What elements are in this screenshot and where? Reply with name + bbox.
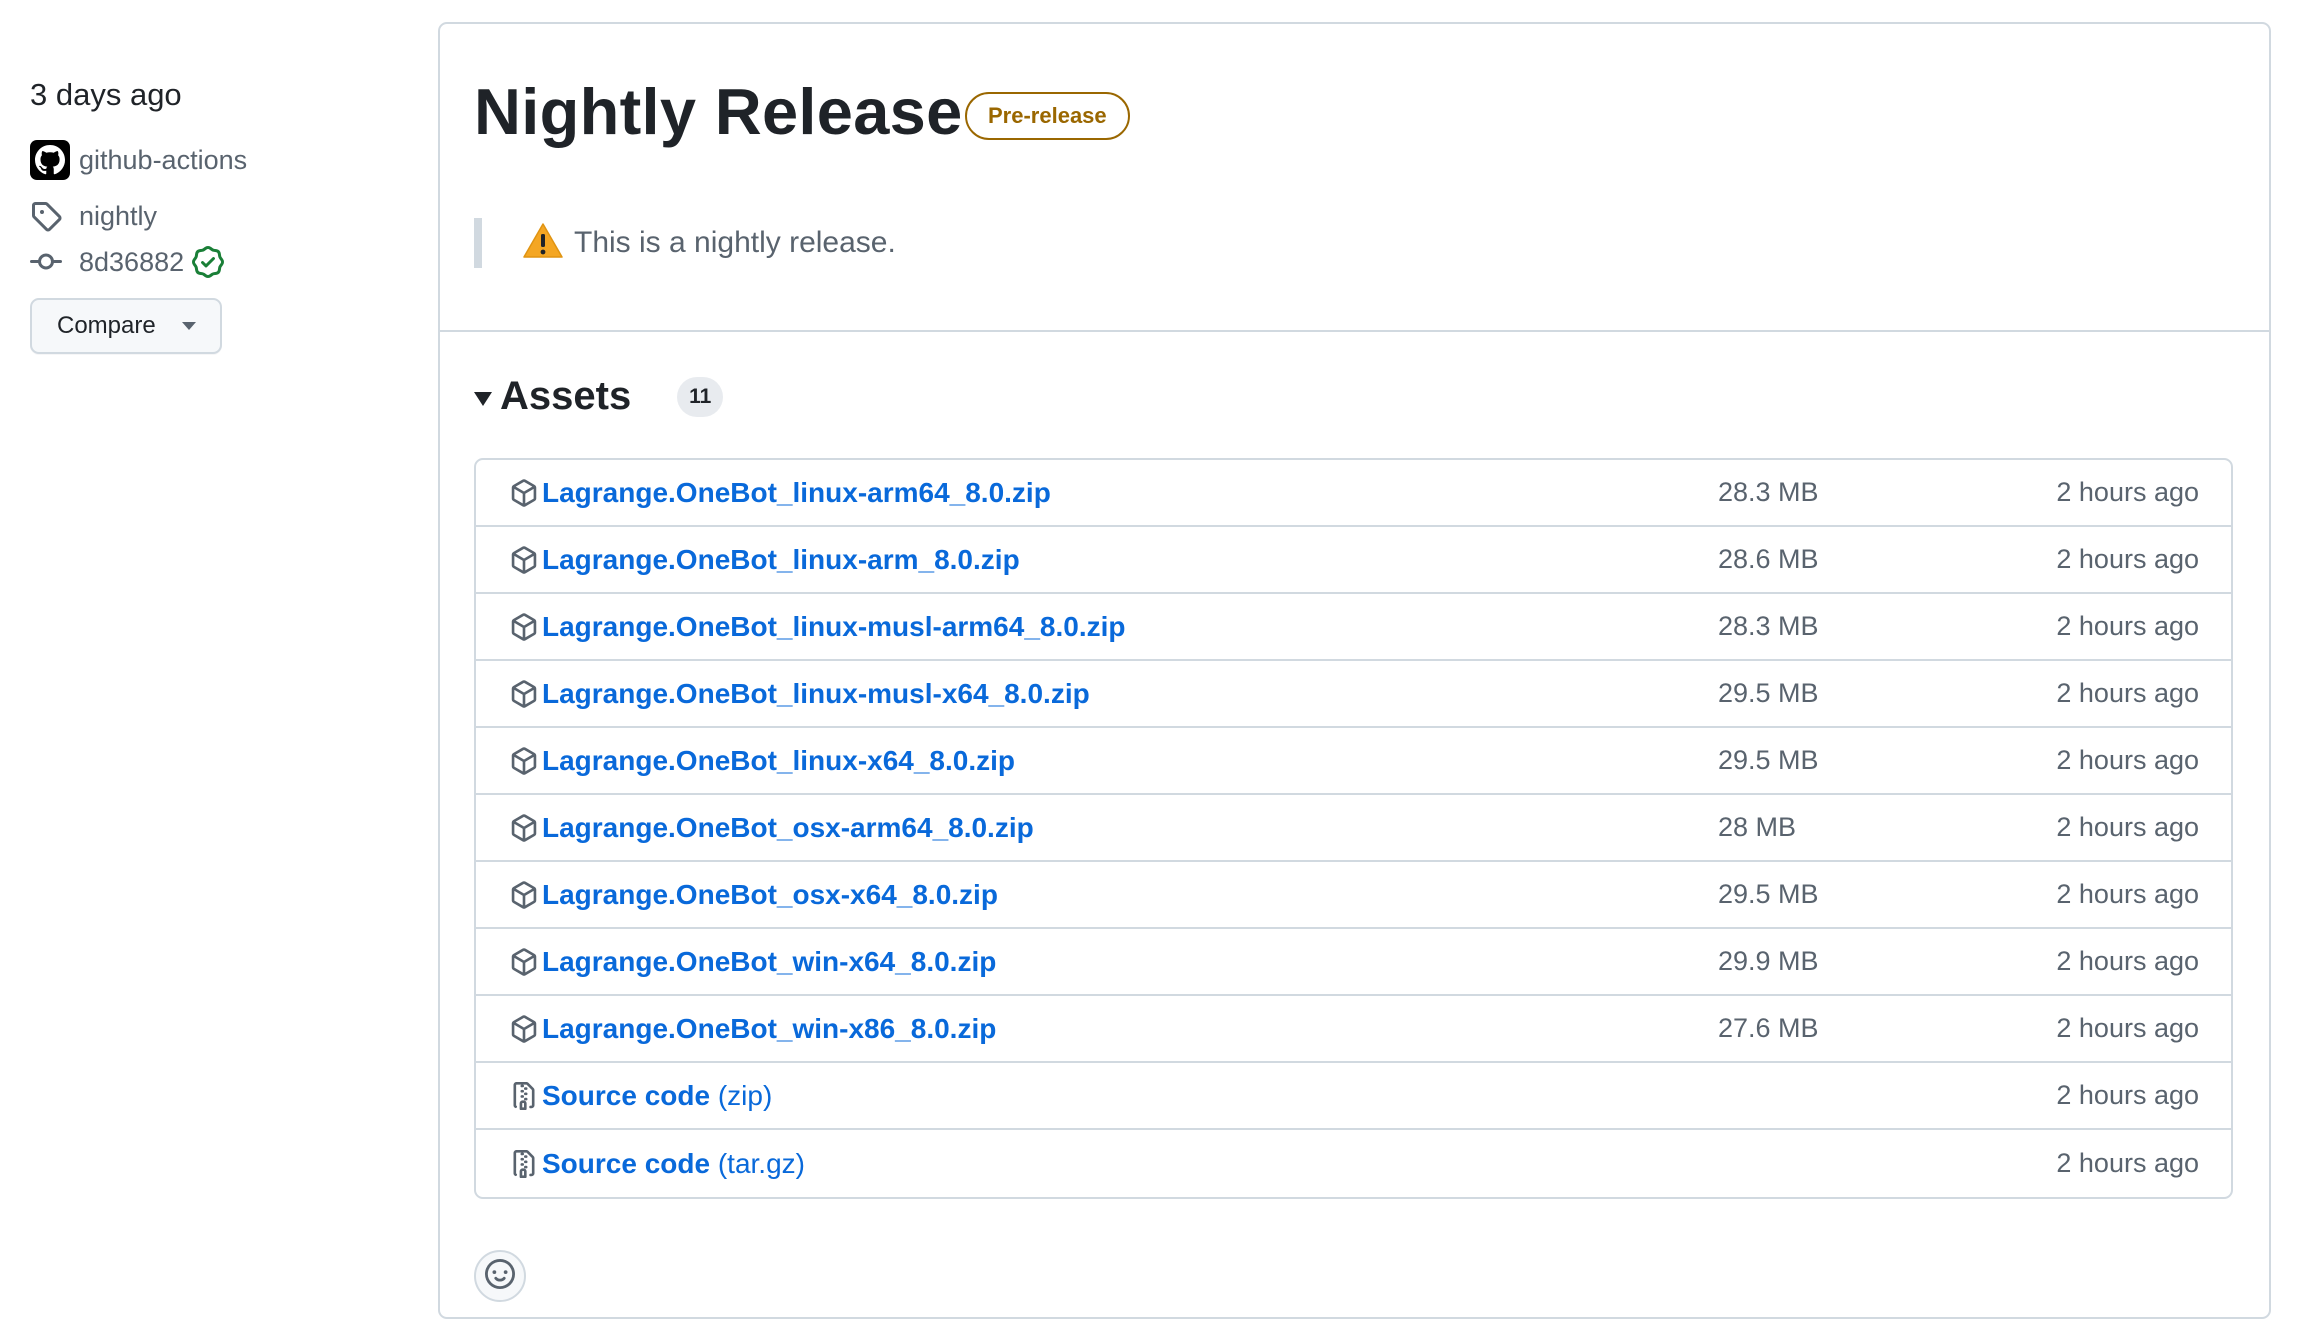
source-code-targz-link[interactable]: Source code (tar.gz) xyxy=(542,1148,805,1180)
triangle-down-icon xyxy=(474,391,492,406)
source-code-label: Source code xyxy=(542,1147,711,1179)
package-icon xyxy=(509,880,539,910)
package-icon xyxy=(509,947,539,977)
asset-row: Lagrange.OneBot_osx-arm64_8.0.zip 28 MB … xyxy=(476,795,2231,862)
release-title[interactable]: Nightly Release xyxy=(474,74,963,149)
asset-download-link[interactable]: Lagrange.OneBot_osx-x64_8.0.zip xyxy=(542,879,998,911)
prerelease-badge: Pre-release xyxy=(965,92,1130,140)
github-mark-icon[interactable] xyxy=(30,140,70,180)
asset-download-link[interactable]: Lagrange.OneBot_osx-arm64_8.0.zip xyxy=(542,812,1034,844)
asset-size: 29.5 MB xyxy=(1718,745,1819,775)
asset-updated-time: 2 hours ago xyxy=(2056,1080,2199,1110)
package-icon xyxy=(509,679,539,709)
release-commit[interactable]: 8d36882 xyxy=(30,246,225,278)
asset-updated-time: 2 hours ago xyxy=(2056,544,2199,574)
compare-label: Compare xyxy=(57,312,156,339)
package-icon xyxy=(509,1014,539,1044)
source-code-label: Source code xyxy=(542,1079,711,1111)
asset-download-link[interactable]: Lagrange.OneBot_win-x86_8.0.zip xyxy=(542,1013,996,1045)
asset-row: Lagrange.OneBot_linux-x64_8.0.zip 29.5 M… xyxy=(476,728,2231,795)
asset-download-link[interactable]: Lagrange.OneBot_linux-x64_8.0.zip xyxy=(542,745,1015,777)
asset-updated-time: 2 hours ago xyxy=(2056,745,2199,775)
asset-size: 29.5 MB xyxy=(1718,879,1819,909)
author-name[interactable]: github-actions xyxy=(79,145,247,176)
asset-size: 28.6 MB xyxy=(1718,544,1819,574)
assets-toggle[interactable]: Assets 11 xyxy=(474,374,724,419)
release-author[interactable]: github-actions xyxy=(30,140,247,180)
asset-row: Lagrange.OneBot_win-x86_8.0.zip 27.6 MB … xyxy=(476,996,2231,1063)
compare-button[interactable]: Compare xyxy=(30,298,222,354)
asset-size: 28.3 MB xyxy=(1718,611,1819,641)
git-commit-icon xyxy=(30,246,70,278)
asset-updated-time: 2 hours ago xyxy=(2056,678,2199,708)
asset-size: 29.5 MB xyxy=(1718,678,1819,708)
package-icon xyxy=(509,746,539,776)
asset-row: Lagrange.OneBot_linux-arm64_8.0.zip 28.3… xyxy=(476,460,2231,527)
asset-download-link[interactable]: Lagrange.OneBot_linux-musl-arm64_8.0.zip xyxy=(542,611,1126,643)
asset-download-link[interactable]: Lagrange.OneBot_win-x64_8.0.zip xyxy=(542,946,996,978)
asset-updated-time: 2 hours ago xyxy=(2056,946,2199,976)
asset-size: 28.3 MB xyxy=(1718,477,1819,507)
package-icon xyxy=(509,612,539,642)
asset-row: Lagrange.OneBot_osx-x64_8.0.zip 29.5 MB … xyxy=(476,862,2231,929)
file-zip-icon xyxy=(509,1081,539,1111)
asset-updated-time: 2 hours ago xyxy=(2056,879,2199,909)
release-notes-text: This is a nightly release. xyxy=(574,226,896,259)
package-icon xyxy=(509,545,539,575)
verified-check-icon[interactable] xyxy=(192,246,225,278)
source-format: (zip) xyxy=(717,1079,773,1111)
asset-row: Lagrange.OneBot_linux-arm_8.0.zip 28.6 M… xyxy=(476,527,2231,594)
asset-row: Lagrange.OneBot_linux-musl-x64_8.0.zip 2… xyxy=(476,661,2231,728)
asset-size: 27.6 MB xyxy=(1718,1013,1819,1043)
asset-updated-time: 2 hours ago xyxy=(2056,477,2199,507)
source-code-zip-link[interactable]: Source code (zip) xyxy=(542,1080,772,1112)
release-tag[interactable]: nightly xyxy=(30,200,157,232)
asset-updated-time: 2 hours ago xyxy=(2056,1148,2199,1178)
asset-updated-time: 2 hours ago xyxy=(2056,611,2199,641)
release-date: 3 days ago xyxy=(30,77,182,112)
asset-size: 29.9 MB xyxy=(1718,946,1819,976)
asset-updated-time: 2 hours ago xyxy=(2056,1013,2199,1043)
assets-title: Assets xyxy=(500,374,632,418)
triangle-down-icon xyxy=(181,322,196,330)
asset-size: 28 MB xyxy=(1718,812,1797,842)
tag-name[interactable]: nightly xyxy=(79,201,157,232)
source-row: Source code (zip) 2 hours ago xyxy=(476,1063,2231,1130)
asset-row: Lagrange.OneBot_linux-musl-arm64_8.0.zip… xyxy=(476,594,2231,661)
asset-row: Lagrange.OneBot_win-x64_8.0.zip 29.9 MB … xyxy=(476,929,2231,996)
release-header: Nightly Release Pre-release This is a ni… xyxy=(440,24,2269,332)
smiley-icon xyxy=(485,1258,515,1294)
asset-updated-time: 2 hours ago xyxy=(2056,812,2199,842)
asset-download-link[interactable]: Lagrange.OneBot_linux-arm64_8.0.zip xyxy=(542,477,1051,509)
asset-download-link[interactable]: Lagrange.OneBot_linux-musl-x64_8.0.zip xyxy=(542,678,1090,710)
package-icon xyxy=(509,478,539,508)
source-format: (tar.gz) xyxy=(717,1147,805,1179)
assets-counter: 11 xyxy=(677,376,724,417)
release-notes-quote: This is a nightly release. xyxy=(474,218,896,268)
add-reaction-button[interactable] xyxy=(474,1250,526,1302)
release-card: Nightly Release Pre-release This is a ni… xyxy=(438,22,2271,1319)
package-icon xyxy=(509,813,539,843)
asset-list: Lagrange.OneBot_linux-arm64_8.0.zip 28.3… xyxy=(474,458,2233,1199)
file-zip-icon xyxy=(509,1149,539,1179)
source-row: Source code (tar.gz) 2 hours ago xyxy=(476,1130,2231,1197)
commit-sha[interactable]: 8d36882 xyxy=(79,247,184,278)
alert-icon xyxy=(522,222,564,265)
tag-icon xyxy=(30,200,70,232)
asset-download-link[interactable]: Lagrange.OneBot_linux-arm_8.0.zip xyxy=(542,544,1020,576)
